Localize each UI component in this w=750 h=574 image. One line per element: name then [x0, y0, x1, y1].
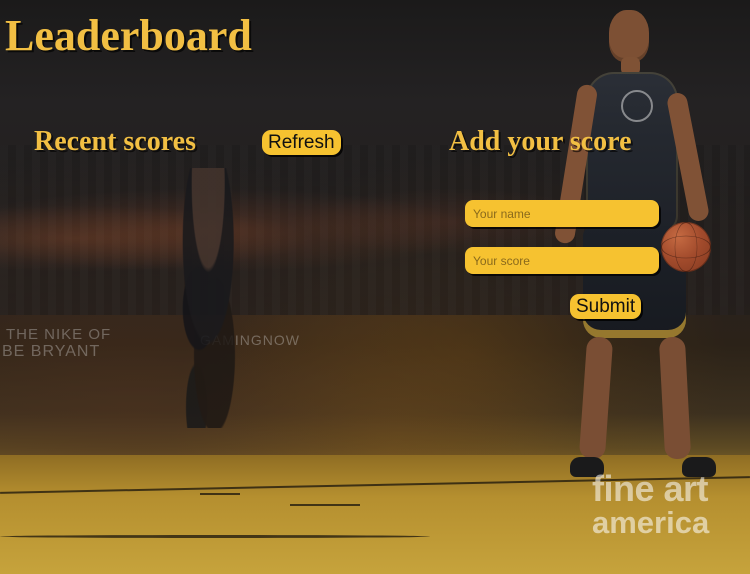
watermark-line-2: america	[592, 505, 710, 541]
player-left-leg	[578, 336, 614, 460]
background-player-left	[165, 168, 255, 428]
court-mark	[290, 504, 360, 506]
court-arc-line	[0, 535, 430, 538]
watermark-line-1: fine art	[592, 468, 709, 509]
basketball-icon	[661, 222, 711, 272]
refresh-button[interactable]: Refresh	[262, 130, 341, 155]
player-right-leg	[658, 336, 692, 460]
court-mark	[200, 493, 240, 495]
add-score-title: Add your score	[449, 126, 632, 157]
leaderboard-page: THE NIKE OF BE BRYANT GAMINGNOW fine art…	[0, 0, 750, 574]
score-input[interactable]	[465, 247, 659, 274]
watermark: fine art america	[592, 468, 742, 552]
player-head	[609, 10, 649, 62]
submit-button[interactable]: Submit	[570, 294, 642, 319]
signage-text-bottom: BE BRYANT	[2, 343, 101, 360]
background-player-right	[552, 6, 732, 486]
recent-scores-title: Recent scores	[34, 126, 196, 157]
name-input[interactable]	[465, 200, 659, 227]
page-title: Leaderboard	[5, 11, 252, 60]
signage-text-top: THE NIKE OF	[6, 326, 112, 343]
